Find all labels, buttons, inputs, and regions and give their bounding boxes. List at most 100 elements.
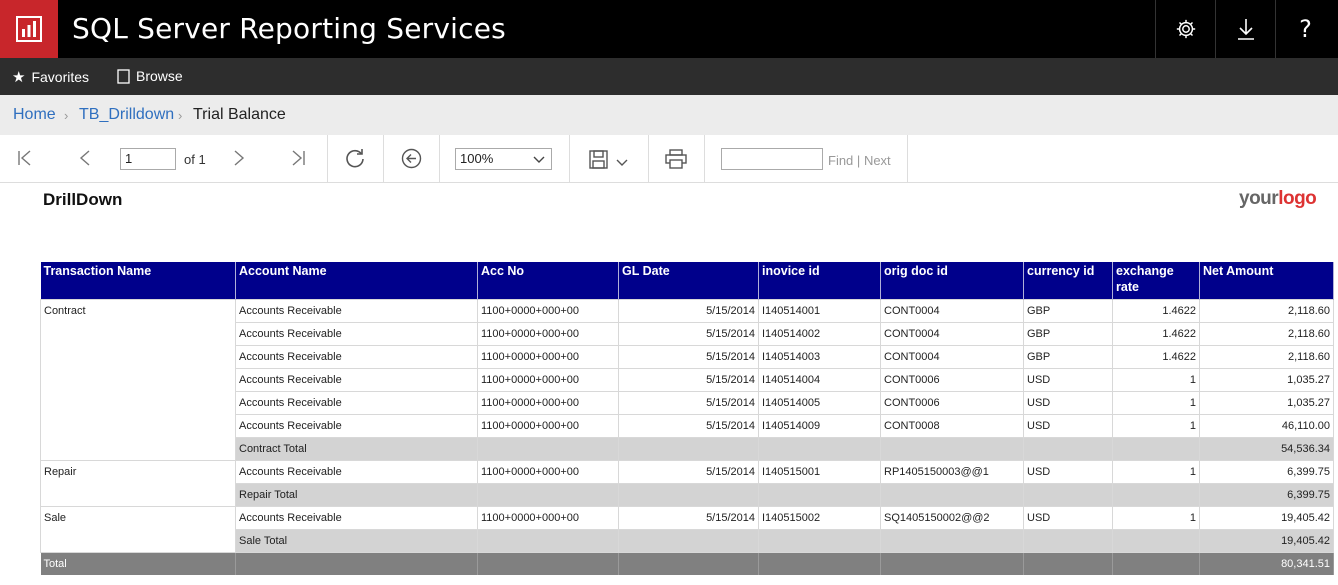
column-header[interactable]: Transaction Name (40, 262, 236, 299)
breadcrumb: Home › TB_Drilldown › Trial Balance (0, 95, 1338, 135)
table-cell: I140515002 (758, 505, 881, 529)
column-header[interactable]: currency id (1023, 262, 1113, 299)
subtotal-value: 54,536.34 (1199, 436, 1334, 460)
subtotal-empty-cell (758, 482, 881, 506)
subtotal-empty-cell (1023, 436, 1113, 460)
grand-total-label: Total (40, 551, 236, 575)
table-cell: 5/15/2014 (618, 321, 759, 345)
table-cell: 1100+0000+000+00 (477, 344, 619, 368)
table-cell: I140514003 (758, 344, 881, 368)
column-header[interactable]: exchange rate (1112, 262, 1200, 299)
table-cell: CONT0008 (880, 413, 1024, 437)
table-cell: Accounts Receivable (235, 459, 478, 483)
column-header[interactable]: orig doc id (880, 262, 1024, 299)
table-cell: GBP (1023, 321, 1113, 345)
refresh-icon[interactable] (344, 147, 366, 169)
save-icon[interactable] (589, 150, 608, 169)
table-cell: RP1405150003@@1 (880, 459, 1024, 483)
table-cell: CONT0006 (880, 390, 1024, 414)
grand-total-empty-cell (477, 551, 619, 575)
subtotal-empty-cell (880, 436, 1024, 460)
back-icon[interactable] (401, 148, 422, 169)
table-cell: 5/15/2014 (618, 390, 759, 414)
table-cell: 1100+0000+000+00 (477, 390, 619, 414)
table-cell: Accounts Receivable (235, 321, 478, 345)
report-toolbar: 1 of 1 100% Find | Next (0, 135, 1338, 183)
table-cell: 1100+0000+000+00 (477, 321, 619, 345)
subtotal-empty-cell (618, 436, 759, 460)
breadcrumb-separator: › (64, 108, 69, 123)
breadcrumb-folder[interactable]: TB_Drilldown (79, 106, 174, 124)
subtotal-label: Sale Total (235, 528, 478, 552)
table-cell: Accounts Receivable (235, 413, 478, 437)
table-cell: 2,118.60 (1199, 321, 1334, 345)
favorites-link[interactable]: ★ Favorites (12, 68, 89, 86)
column-header[interactable]: Net Amount (1199, 262, 1334, 299)
table-cell: Accounts Receivable (235, 390, 478, 414)
download-icon[interactable] (1215, 0, 1275, 58)
next-page-icon[interactable] (230, 149, 248, 167)
zoom-select[interactable]: 100% (455, 148, 552, 170)
grand-total-value: 80,341.51 (1199, 551, 1334, 575)
favorites-label: Favorites (31, 69, 90, 85)
table-cell: 1 (1112, 505, 1200, 529)
grand-total-empty-cell (1023, 551, 1113, 575)
table-cell: USD (1023, 413, 1113, 437)
grand-total-empty-cell (618, 551, 759, 575)
table-cell: 1.4622 (1112, 321, 1200, 345)
table-cell: GBP (1023, 344, 1113, 368)
column-header[interactable]: GL Date (618, 262, 759, 299)
prev-page-icon[interactable] (76, 149, 94, 167)
table-cell: I140514002 (758, 321, 881, 345)
subtotal-empty-cell (758, 528, 881, 552)
star-icon: ★ (12, 69, 26, 86)
table-cell: I140514004 (758, 367, 881, 391)
find-input[interactable] (721, 148, 823, 170)
last-page-icon[interactable] (289, 149, 307, 167)
browse-label: Browse (136, 68, 183, 84)
subtotal-empty-cell (1112, 528, 1200, 552)
table-cell: 5/15/2014 (618, 298, 759, 322)
subtotal-empty-cell (477, 482, 619, 506)
table-cell: 1100+0000+000+00 (477, 367, 619, 391)
table-cell: 1,035.27 (1199, 390, 1334, 414)
table-cell: USD (1023, 367, 1113, 391)
column-header[interactable]: Acc No (477, 262, 619, 299)
transaction-group-cell[interactable]: Contract (40, 298, 236, 460)
breadcrumb-home[interactable]: Home (13, 106, 56, 124)
toolbar-divider (383, 135, 384, 183)
table-cell: Accounts Receivable (235, 505, 478, 529)
first-page-icon[interactable] (16, 149, 34, 167)
subtotal-empty-cell (477, 528, 619, 552)
column-header[interactable]: inovice id (758, 262, 881, 299)
table-cell: 5/15/2014 (618, 367, 759, 391)
page-number-input[interactable]: 1 (120, 148, 176, 170)
table-cell: CONT0006 (880, 367, 1024, 391)
print-icon[interactable] (665, 149, 687, 169)
browse-link[interactable]: Browse (117, 68, 183, 84)
table-cell: 5/15/2014 (618, 413, 759, 437)
subtotal-value: 19,405.42 (1199, 528, 1334, 552)
subtotal-empty-cell (1112, 482, 1200, 506)
table-cell: 1100+0000+000+00 (477, 298, 619, 322)
subtotal-value: 6,399.75 (1199, 482, 1334, 506)
gear-icon[interactable] (1155, 0, 1215, 58)
table-cell: 1.4622 (1112, 344, 1200, 368)
find-separator: | (856, 153, 861, 168)
subtotal-empty-cell (1023, 528, 1113, 552)
column-header[interactable]: Account Name (235, 262, 478, 299)
transaction-group-cell[interactable]: Repair (40, 459, 236, 506)
page-count: of 1 (184, 152, 206, 167)
find-button[interactable]: Find (828, 153, 853, 168)
table-row: Sale Accounts Receivable 1100+0000+000+00 5… (40, 505, 1334, 552)
table-cell: CONT0004 (880, 344, 1024, 368)
browse-icon (117, 68, 130, 84)
report-logo-icon[interactable] (0, 0, 58, 58)
toolbar-divider (569, 135, 570, 183)
help-icon[interactable]: ? (1275, 0, 1335, 58)
table-cell: I140515001 (758, 459, 881, 483)
chevron-down-icon[interactable] (616, 156, 628, 168)
next-button[interactable]: Next (864, 153, 891, 168)
transaction-group-cell[interactable]: Sale (40, 505, 236, 552)
toolbar-divider (327, 135, 328, 183)
